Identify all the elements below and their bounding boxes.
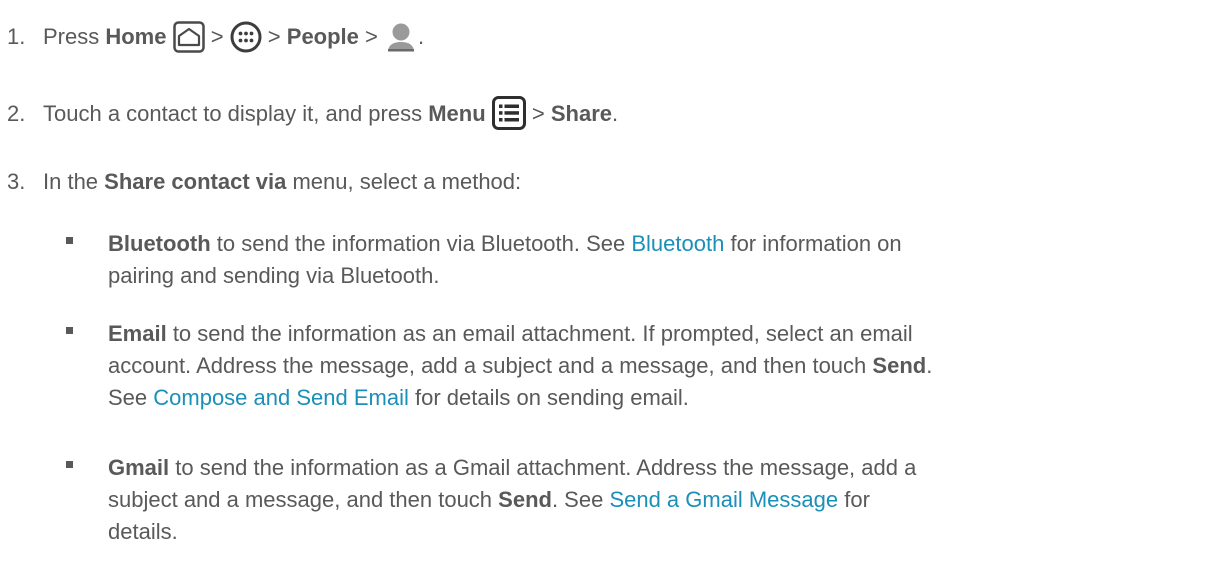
menu-icon	[491, 96, 526, 138]
list-item-gmail: Gmail to send the information as a Gmail…	[66, 452, 1196, 548]
step-2: 2. Touch a contact to display it, and pre…	[7, 96, 618, 138]
step-number: 2.	[7, 101, 26, 126]
share-label: Share	[550, 101, 613, 126]
list-item-bluetooth: Bluetooth to send the information via Bl…	[66, 228, 1196, 292]
menu-label: Menu	[428, 101, 486, 126]
bluetooth-link[interactable]: Bluetooth	[631, 231, 724, 256]
home-label: Home	[105, 24, 167, 49]
compose-and-send-email-link[interactable]: Compose and Send Email	[153, 385, 409, 410]
apps-icon	[230, 21, 262, 61]
list-item-email: Email to send the information as an emai…	[66, 318, 1196, 414]
step-3: 3. In the Share contact via menu, select …	[7, 167, 521, 197]
share-contact-via-label: Share contact via	[104, 169, 287, 194]
email-term: Email	[108, 321, 167, 346]
send-label: Send	[872, 353, 927, 378]
gmail-term: Gmail	[108, 455, 170, 480]
step-number: 1.	[7, 24, 26, 49]
bullet-marker	[66, 237, 73, 244]
step-1: 1. Press Home > > People > .	[7, 21, 424, 61]
home-icon	[172, 21, 205, 61]
step-number: 3.	[7, 169, 26, 194]
send-label: Send	[498, 487, 552, 512]
people-label: People	[286, 24, 359, 49]
bullet-marker	[66, 461, 73, 468]
person-icon	[384, 21, 418, 61]
bullet-marker	[66, 327, 73, 334]
bluetooth-term: Bluetooth	[108, 231, 211, 256]
send-a-gmail-message-link[interactable]: Send a Gmail Message	[609, 487, 838, 512]
